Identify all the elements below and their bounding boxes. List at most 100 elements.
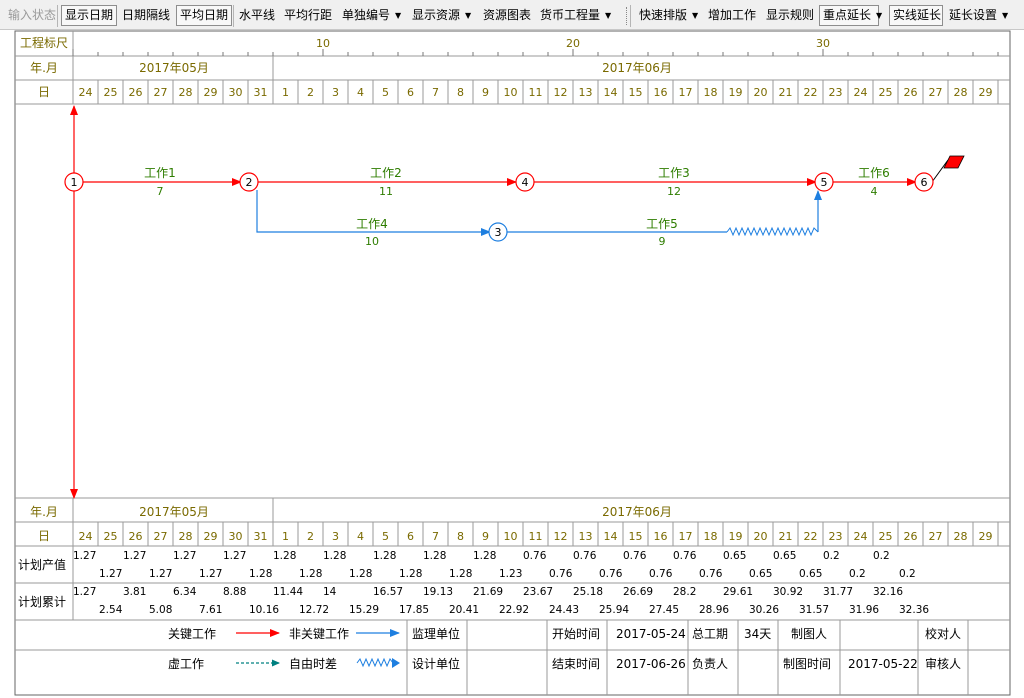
day-cell: 5 (382, 86, 389, 99)
dropdown-arrow-icon: ▼ (465, 11, 472, 20)
output-value: 16.57 (373, 586, 403, 598)
output-value: 32.36 (899, 604, 929, 616)
day-cell: 24 (79, 530, 93, 543)
day-cell: 24 (79, 86, 93, 99)
output-value: 0.65 (723, 550, 746, 562)
toolbar-button-12[interactable]: 显示规则 (763, 6, 815, 25)
dropdown-arrow-icon: ▼ (1002, 11, 1009, 20)
day-cell: 13 (579, 86, 593, 99)
day-cell: 23 (829, 86, 843, 99)
output-value: 8.88 (223, 586, 246, 598)
finish-flag (943, 155, 965, 169)
work-2-duration: 11 (379, 185, 393, 198)
node-4-label: 4 (522, 176, 529, 189)
day-cell: 9 (482, 530, 489, 543)
day-cell: 16 (654, 530, 668, 543)
toolbar-button-8[interactable]: 资源图表 (480, 6, 534, 25)
legend-dummy-work: 虚工作 (168, 657, 204, 671)
output-value: 31.96 (849, 604, 879, 616)
output-value: 1.28 (473, 550, 496, 562)
node-6[interactable]: 6 (914, 172, 934, 192)
toolbar-button-10[interactable]: 快速排版 ▼ (636, 6, 702, 25)
output-value: 1.23 (499, 568, 522, 580)
legend-critical-work: 关键工作 (168, 627, 216, 641)
output-value: 3.81 (123, 586, 146, 598)
ruler-tick-10: 10 (316, 37, 330, 50)
output-value: 6.34 (173, 586, 197, 598)
day-cell: 10 (504, 86, 518, 99)
toolbar-button-0: 输入状态 (5, 6, 57, 25)
legend-free-float-wave (356, 657, 394, 668)
toolbar-button-label: 显示日期 (65, 8, 114, 22)
output-value: 25.94 (599, 604, 629, 616)
month-may-bottom: 2017年05月 (139, 505, 209, 519)
output-value: 1.27 (99, 568, 122, 580)
node-3[interactable]: 3 (488, 222, 508, 242)
work-5-duration: 9 (659, 235, 666, 248)
toolbar-grip-icon[interactable] (626, 7, 629, 25)
toolbar-button-label: 资源图表 (483, 8, 532, 22)
output-value: 7.61 (199, 604, 222, 616)
ruler-tick-20: 20 (566, 37, 580, 50)
toolbar-button-label: 货币工程量 (540, 8, 601, 22)
output-value: 24.43 (549, 604, 579, 616)
toolbar-button-2[interactable]: 日期隔线 (119, 6, 175, 25)
toolbar-button-13[interactable]: 重点延长 ▼ (819, 5, 883, 26)
work-1-name: 工作1 (144, 166, 176, 180)
dropdown-arrow-icon: ▼ (876, 11, 883, 20)
toolbar-button-14[interactable]: 实线延长 (889, 5, 943, 26)
toolbar-button-11[interactable]: 增加工作 (705, 6, 759, 25)
output-value: 25.18 (573, 586, 603, 598)
day-cell: 26 (129, 86, 143, 99)
node-3-label: 3 (495, 226, 502, 239)
day-cell: 29 (979, 530, 993, 543)
day-cell: 22 (804, 530, 818, 543)
toolbar: 输入状态 显示日期 日期隔线 平均日期 水平线 平均行距 单独编号 ▼ 显示资源 ▼ 资源图表 货币工… (0, 0, 1024, 30)
node-2[interactable]: 2 (239, 172, 259, 192)
legend: 关键工作 非关键工作 虚工作 自由时差 监理单位 设计单位 开始时间 2017-… (168, 626, 961, 671)
legend-design-unit: 设计单位 (412, 656, 460, 671)
node-5[interactable]: 5 (814, 172, 834, 192)
day-cell: 29 (979, 86, 993, 99)
day-cell: 26 (904, 530, 918, 543)
node-6-label: 6 (921, 176, 928, 189)
output-value: 28.96 (699, 604, 729, 616)
dropdown-arrow-icon: ▼ (605, 11, 612, 20)
toolbar-button-15[interactable]: 延长设置 ▼ (946, 6, 1018, 25)
day-cell: 31 (254, 530, 268, 543)
day-cell: 26 (904, 86, 918, 99)
toolbar-button-6[interactable]: 单独编号 ▼ (339, 6, 407, 25)
node-2-label: 2 (246, 176, 253, 189)
output-value: 0.76 (573, 550, 597, 562)
output-value: 10.16 (249, 604, 279, 616)
work-3-duration: 12 (667, 185, 681, 198)
day-cell: 7 (432, 530, 439, 543)
output-value: 19.13 (423, 586, 453, 598)
day-cell: 12 (554, 86, 568, 99)
output-value: 2.54 (99, 604, 123, 616)
day-cell: 14 (604, 530, 618, 543)
output-value: 0.2 (899, 568, 916, 580)
day-cell: 27 (929, 86, 943, 99)
output-value: 11.44 (273, 586, 303, 598)
toolbar-button-5[interactable]: 平均行距 (281, 6, 335, 25)
node-1[interactable]: 1 (64, 172, 84, 192)
day-cell: 28 (179, 530, 193, 543)
toolbar-button-7[interactable]: 显示资源 ▼ (409, 6, 479, 25)
day-cell: 19 (729, 530, 743, 543)
toolbar-button-1[interactable]: 显示日期 (61, 5, 117, 26)
toolbar-separator (57, 5, 58, 27)
output-value: 1.28 (399, 568, 422, 580)
ruler-tick-30: 30 (816, 37, 830, 50)
work-arrows (70, 105, 965, 499)
day-cell: 10 (504, 530, 518, 543)
work-5-name: 工作5 (646, 217, 678, 231)
node-4[interactable]: 4 (515, 172, 535, 192)
output-value: 5.08 (149, 604, 172, 616)
toolbar-button-3[interactable]: 平均日期 (176, 5, 232, 26)
output-value: 32.16 (873, 586, 903, 598)
day-cell: 7 (432, 86, 439, 99)
toolbar-button-9[interactable]: 货币工程量 ▼ (537, 6, 617, 25)
day-cell: 6 (407, 530, 414, 543)
toolbar-button-4[interactable]: 水平线 (236, 6, 278, 25)
